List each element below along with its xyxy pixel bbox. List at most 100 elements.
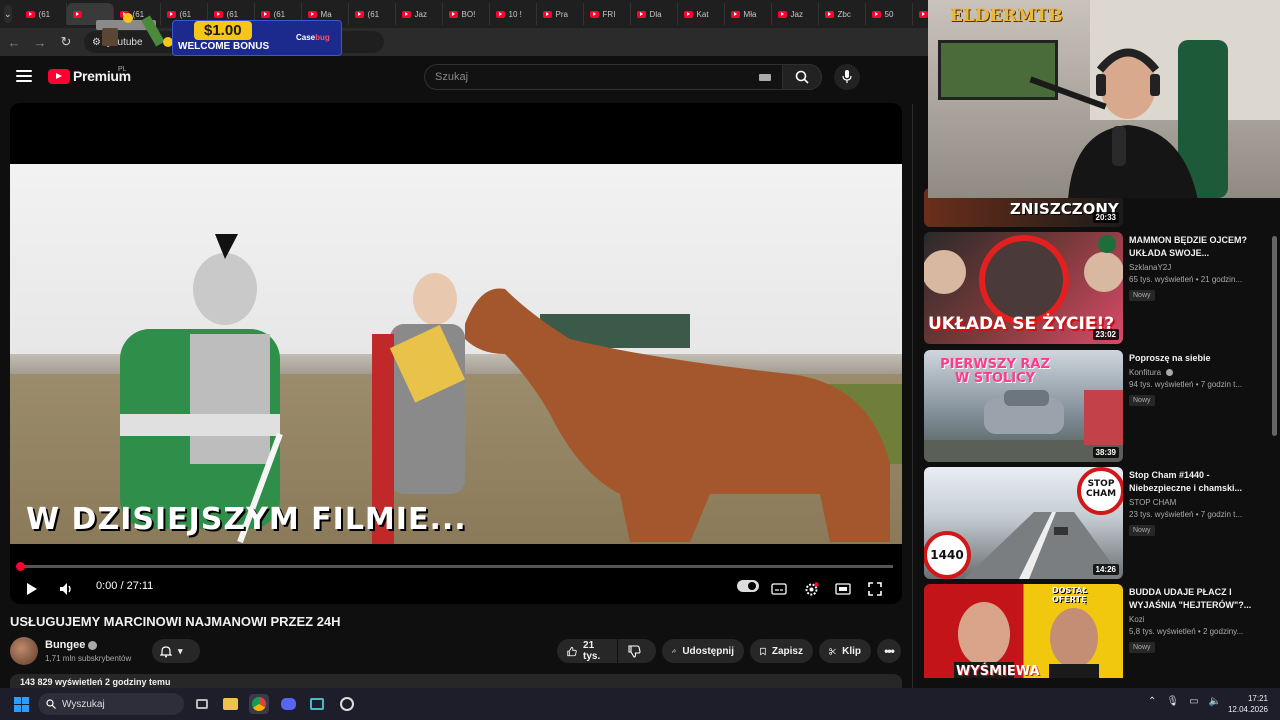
share-button[interactable]: Udostępnij [662, 639, 744, 663]
fullscreen-button[interactable] [863, 578, 887, 600]
video-player[interactable]: W DZISIEJSZYM FILMIE... 0:00 / 27:11 [10, 103, 902, 604]
video-thumbnail[interactable]: STOP CHAM 1440 14:26 [924, 467, 1123, 579]
taskbar-clock[interactable]: 17:21 12.04.2026 [1222, 693, 1268, 715]
avatar[interactable] [10, 637, 38, 665]
tab-label: (61 [367, 9, 380, 19]
youtube-premium-logo[interactable]: Premium PL [48, 66, 131, 84]
channel-link[interactable]: Kozi [1129, 615, 1259, 624]
notifications-button[interactable]: ▾ [152, 639, 200, 663]
ad-brand: Casebug [296, 33, 330, 42]
clip-button[interactable]: Klip [819, 639, 871, 663]
voice-search-button[interactable] [834, 64, 860, 90]
monitor-icon[interactable]: ▭ [1189, 696, 1198, 707]
video-frame[interactable]: W DZISIEJSZYM FILMIE... [10, 164, 902, 544]
ad-brand-a: Case [296, 33, 316, 42]
like-button[interactable]: 21 tys. [557, 639, 617, 663]
video-title-link[interactable]: BUDDA UDAJE PŁACZ I WYJAŚNIA "HEJTERÓW"?… [1129, 586, 1259, 612]
browser-tab[interactable]: Jaz [772, 3, 819, 25]
back-icon[interactable]: ← [6, 34, 22, 50]
save-button[interactable]: Zapisz [750, 639, 813, 663]
video-meta: 94 tys. wyświetleń • 7 godzin t... [1129, 380, 1243, 389]
list-item[interactable]: DOSTAŁ OFERTĘ WYŚMIEWA BUDDA UDAJE PŁACZ… [924, 584, 1264, 678]
channel-name[interactable]: Konfitura [1129, 368, 1161, 377]
volume-button[interactable] [54, 578, 78, 600]
tab-search-button[interactable]: ⌄ [4, 5, 12, 23]
list-item[interactable]: UKŁADA SE ŻYCIE!? 23:02 MAMMON BĘDZIE OJ… [924, 232, 1264, 344]
thumbnail-text: PIERWSZY RAZ W STOLICY [940, 357, 1050, 386]
list-item[interactable]: PIERWSZY RAZ W STOLICY 38:39 Poproszę na… [924, 350, 1264, 462]
browser-tab[interactable]: Pra [537, 3, 584, 25]
casino-ad-overlay[interactable]: $1.00 WELCOME BONUS Casebug [88, 8, 344, 58]
play-button[interactable] [20, 578, 44, 600]
hamburger-menu-icon[interactable] [16, 70, 32, 82]
more-actions-button[interactable]: ••• [877, 639, 901, 663]
chrome-icon[interactable] [249, 694, 269, 714]
browser-tab[interactable]: Dla [631, 3, 678, 25]
browser-tab[interactable]: 10 ! [490, 3, 537, 25]
search-icon [795, 70, 809, 84]
browser-tab[interactable]: Zbc [819, 3, 866, 25]
channel-link[interactable]: STOP CHAM [1129, 498, 1259, 507]
microphone-icon[interactable]: 🎙 [1166, 696, 1179, 707]
recommendations-scrollbar[interactable] [1272, 236, 1277, 436]
browser-tab[interactable]: FRI [584, 3, 631, 25]
search-input[interactable]: Szukaj [424, 64, 784, 90]
speaker-icon[interactable]: 🔈 [1209, 696, 1221, 707]
browser-tab[interactable]: BO! [443, 3, 490, 25]
obs-icon[interactable] [337, 694, 357, 714]
youtube-favicon-icon [777, 10, 787, 18]
browser-tab[interactable]: NA [913, 3, 928, 25]
list-item[interactable]: ZNISZCZONY 20:33 [924, 188, 1264, 227]
thumbs-up-icon [567, 646, 577, 656]
youtube-favicon-icon [636, 10, 646, 18]
browser-tab[interactable]: (61 [20, 3, 67, 25]
channel-link[interactable]: Konfitura [1129, 368, 1259, 377]
video-thumbnail[interactable]: UKŁADA SE ŻYCIE!? 23:02 [924, 232, 1123, 344]
gear-icon [805, 581, 819, 595]
bookmark-icon [760, 647, 766, 655]
video-info: Poproszę na siebie Konfitura 94 tys. wyś… [1129, 352, 1259, 407]
thumbnail-text: WYŚMIEWA [956, 664, 1040, 678]
search-button[interactable] [782, 64, 822, 90]
chevron-up-icon[interactable]: ⌃ [1148, 696, 1156, 707]
windows-start-icon[interactable] [14, 697, 29, 712]
video-thumbnail[interactable]: DOSTAŁ OFERTĘ WYŚMIEWA [924, 584, 1123, 678]
channel-name[interactable]: Bungee [45, 639, 85, 651]
subtitles-icon [771, 583, 787, 595]
browser-tab[interactable]: 50 [866, 3, 913, 25]
browser-tab[interactable]: Jaz [396, 3, 443, 25]
channel-name-row[interactable]: Bungee [45, 639, 98, 651]
settings-button[interactable] [799, 578, 823, 600]
task-view-icon[interactable] [192, 694, 212, 714]
description-box[interactable]: 143 829 wyświetleń 2 godziny temu [10, 674, 902, 688]
video-title-link[interactable]: Poproszę na siebie [1129, 352, 1259, 365]
youtube-favicon-icon [448, 10, 458, 18]
progress-bar[interactable] [19, 565, 893, 568]
video-meta: 5,8 tys. wyświetleń • 2 godziny... [1129, 627, 1244, 636]
subtitles-button[interactable] [767, 578, 791, 600]
reload-icon[interactable]: ↻ [58, 34, 74, 50]
autoplay-toggle[interactable] [737, 580, 759, 592]
discord-icon[interactable] [278, 694, 298, 714]
new-badge: Nowy [1129, 642, 1155, 653]
video-thumbnail[interactable]: PIERWSZY RAZ W STOLICY 38:39 [924, 350, 1123, 462]
verified-icon [88, 640, 98, 650]
video-title-link[interactable]: MAMMON BĘDZIE OJCEM? UKŁADA SWOJE... [1129, 234, 1259, 260]
taskbar-search[interactable]: Wyszukaj [38, 693, 184, 715]
theater-mode-button[interactable] [831, 578, 855, 600]
browser-tab[interactable]: Kat [678, 3, 725, 25]
dislike-button[interactable] [618, 639, 656, 663]
video-info: BUDDA UDAJE PŁACZ I WYJAŚNIA "HEJTERÓW"?… [1129, 586, 1259, 654]
keyboard-icon[interactable] [759, 74, 771, 81]
file-explorer-icon[interactable] [220, 694, 240, 714]
thumbs-down-icon [628, 644, 641, 658]
app-icon[interactable] [307, 694, 327, 714]
progress-scrubber[interactable] [16, 562, 25, 571]
video-title-link[interactable]: Stop Cham #1440 - Niebezpieczne i chamsk… [1129, 469, 1259, 495]
browser-tab[interactable]: Mła [725, 3, 772, 25]
forward-icon[interactable]: → [32, 34, 48, 50]
channel-link[interactable]: SzklanaY2J [1129, 263, 1259, 272]
browser-tab[interactable]: (61 [349, 3, 396, 25]
bell-icon [160, 645, 172, 657]
list-item[interactable]: STOP CHAM 1440 14:26 Stop Cham #1440 - N… [924, 467, 1264, 579]
